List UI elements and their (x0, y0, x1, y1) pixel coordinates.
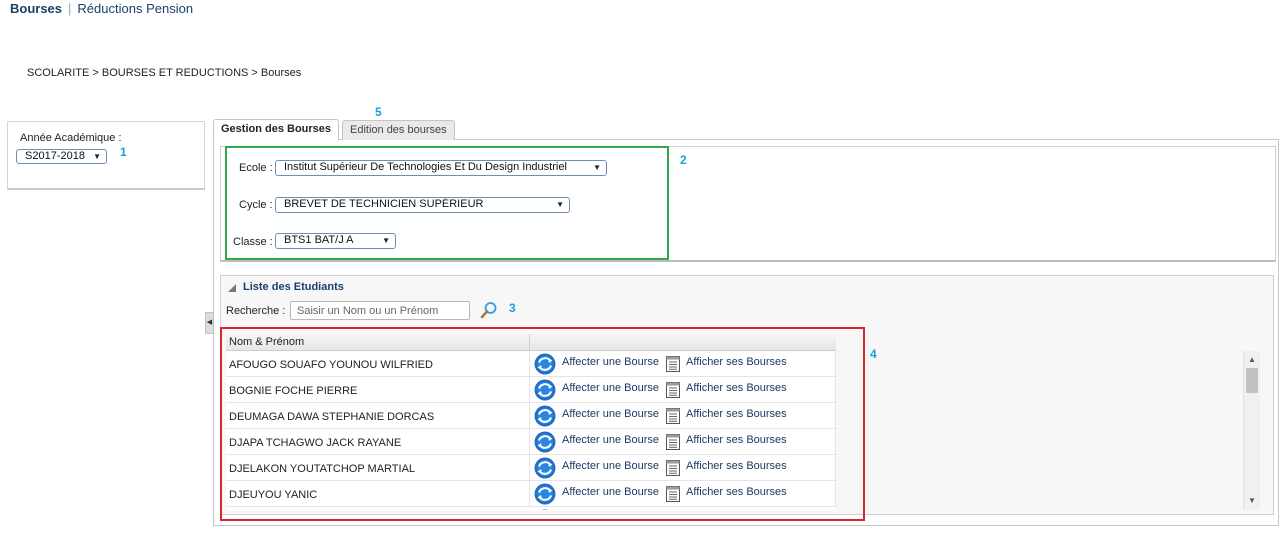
breadcrumb: SCOLARITE > BOURSES ET REDUCTIONS > Bour… (27, 67, 302, 79)
classe-value: BTS1 BAT/J A (284, 234, 354, 246)
academic-year-label: Année Académique : (20, 132, 122, 144)
scroll-thumb[interactable] (1246, 368, 1258, 393)
academic-year-value: S2017-2018 (25, 150, 85, 162)
tab-gestion-des-bourses[interactable]: Gestion des Bourses (213, 119, 340, 140)
cycle-value: BREVET DE TECHNICIEN SUPÉRIEUR (284, 198, 484, 210)
cycle-label: Cycle : (239, 199, 273, 211)
student-list-title: Liste des Etudiants (243, 281, 344, 293)
annotation-3: 3 (509, 301, 516, 315)
annotation-2: 2 (680, 153, 687, 167)
annotation-4: 4 (870, 347, 877, 361)
annotation-box-grid (220, 327, 865, 521)
ecole-value: Institut Supérieur De Technologies Et Du… (284, 161, 567, 173)
magnifier-icon[interactable] (480, 301, 498, 319)
classe-label: Classe : (233, 236, 273, 248)
chevron-down-icon: ▼ (556, 200, 564, 209)
chevron-down-icon: ▼ (93, 152, 101, 161)
side-collapse-handle[interactable]: ◀ (205, 312, 214, 334)
ecole-select[interactable]: Institut Supérieur De Technologies Et Du… (275, 160, 607, 176)
collapse-triangle-icon[interactable] (228, 284, 236, 292)
scroll-down-arrow-icon[interactable]: ▼ (1244, 494, 1260, 508)
classe-select[interactable]: BTS1 BAT/J A ▼ (275, 233, 396, 249)
chevron-down-icon: ▼ (593, 163, 601, 172)
search-label: Recherche : (226, 305, 286, 317)
nav-item-reductions-pension[interactable]: Réductions Pension (77, 1, 193, 16)
annotation-1: 1 (120, 145, 127, 159)
cycle-select[interactable]: BREVET DE TECHNICIEN SUPÉRIEUR ▼ (275, 197, 570, 213)
nav-item-bourses[interactable]: Bourses (10, 1, 62, 16)
search-input[interactable] (290, 301, 470, 320)
chevron-down-icon: ▼ (382, 236, 390, 245)
ecole-label: Ecole : (239, 162, 273, 174)
grid-scrollbar[interactable]: ▲ ▼ (1243, 351, 1260, 510)
top-navigation: Bourses | Réductions Pension (10, 1, 193, 16)
academic-year-select[interactable]: S2017-2018 ▼ (16, 149, 107, 164)
tab-edition-des-bourses[interactable]: Edition des bourses (342, 120, 455, 140)
scroll-up-arrow-icon[interactable]: ▲ (1244, 353, 1260, 367)
annotation-5: 5 (375, 105, 382, 119)
nav-separator: | (68, 1, 72, 16)
